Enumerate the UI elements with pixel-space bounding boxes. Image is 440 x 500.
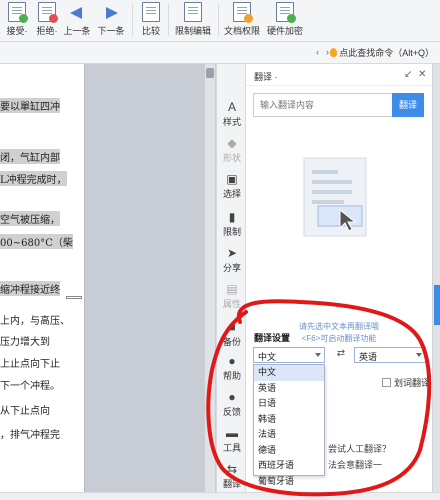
lang-option[interactable]: 葡萄牙语 <box>254 474 324 490</box>
compare-button[interactable]: 比较 <box>138 2 164 37</box>
sub-ribbon-bar: ‹ › 点此查找命令（Alt+Q） <box>0 42 440 64</box>
tool-tools[interactable]: ▬ 工具 <box>217 426 247 454</box>
tool-feedback[interactable]: ● 反馈 <box>217 390 247 418</box>
word-translate-toggle[interactable]: 划词翻译 <box>382 376 430 389</box>
swap-lang-icon[interactable]: ⇄ <box>334 347 348 361</box>
translate-panel: 翻译 · ↙ ✕ 翻译 请先选中文本再翻译哦 <F6>可启动翻译功能 翻译设置 … <box>246 64 432 500</box>
ribbon-divider <box>168 4 169 36</box>
next-change-button[interactable]: 下一条 <box>96 2 126 37</box>
checkbox[interactable] <box>382 378 391 387</box>
chevron-down-icon <box>315 353 321 357</box>
doc-line: 上内，与高压、 <box>0 316 70 327</box>
ruler-marker[interactable] <box>66 296 82 299</box>
share-icon: ➤ <box>226 246 238 260</box>
compare-icon <box>142 2 160 22</box>
lang-option[interactable]: 中文 <box>254 365 324 381</box>
tool-backup[interactable]: ■ 备份 <box>217 320 247 348</box>
translate-input[interactable] <box>253 93 393 117</box>
lang-option[interactable]: 日语 <box>254 396 324 412</box>
doc-line: 00~680°C（柴 <box>0 234 73 249</box>
arrow-left-icon <box>68 2 86 22</box>
human-translate-link[interactable]: 尝试人工翻译？ <box>328 442 391 455</box>
doc-line: 闭，气缸内部 <box>0 149 60 164</box>
tool-property[interactable]: ▤ 属性 <box>217 282 247 310</box>
ribbon-toolbar: 接受· 拒绝· 上一条 下一条 比较 限制编辑 文档权限 硬件加密 <box>0 0 440 42</box>
lightbulb-icon <box>330 48 338 57</box>
chevron-left-icon[interactable]: ‹ <box>316 47 319 57</box>
doc-line: L冲程完成时， <box>0 171 67 186</box>
restrict-edit-icon <box>184 2 202 22</box>
accept-icon <box>8 2 28 23</box>
accept-button[interactable]: 接受· <box>2 2 32 37</box>
document-canvas: 要以單缸四冲 闭，气缸内部 L冲程完成时， 空气被压缩， 00~680°C（柴 … <box>0 64 200 500</box>
chevron-right-icon[interactable]: › <box>326 47 329 57</box>
target-lang-select[interactable]: 英语 <box>354 347 426 363</box>
lang-option[interactable]: 西班牙语 <box>254 458 324 474</box>
panel-collapse-tab[interactable] <box>434 285 440 325</box>
lang-option[interactable]: 德语 <box>254 443 324 459</box>
doc-line: 下一个冲程。 <box>0 381 60 392</box>
doc-line: 上止点向下止 <box>0 359 60 370</box>
feedback-icon: ● <box>228 390 236 404</box>
restrict-edit-button[interactable]: 限制编辑 <box>172 2 214 37</box>
doc-line: 缩冲程接近终 <box>0 281 60 296</box>
lang-option[interactable]: 英语 <box>254 381 324 397</box>
document-page[interactable]: 要以單缸四冲 闭，气缸内部 L冲程完成时， 空气被压缩， 00~680°C（柴 … <box>0 64 85 500</box>
ribbon-divider <box>218 4 219 36</box>
doc-line: 空气被压缩， <box>0 211 60 226</box>
arrow-right-icon <box>102 2 120 22</box>
side-toolbar: A 样式 ◆ 形状 ▣ 选择 ▮ 限制 ➤ 分享 ▤ 属性 ■ 备份 ● 帮助 … <box>216 64 246 500</box>
reject-icon <box>38 2 58 23</box>
tool-select[interactable]: ▣ 选择 <box>217 172 247 200</box>
close-icon[interactable]: ✕ <box>418 69 426 80</box>
empty-state-illustration <box>303 157 367 237</box>
prev-change-button[interactable]: 上一条 <box>62 2 92 37</box>
hardware-encrypt-button[interactable]: 硬件加密 <box>264 2 306 37</box>
restrict-icon: ▮ <box>228 210 236 224</box>
property-icon: ▤ <box>226 282 238 296</box>
command-search[interactable]: 点此查找命令（Alt+Q） <box>330 46 434 59</box>
tool-style[interactable]: A 样式 <box>217 100 247 128</box>
lang-option[interactable]: 法语 <box>254 427 324 443</box>
doc-permission-icon <box>233 2 253 23</box>
doc-line: 压力增大到 <box>0 337 50 348</box>
tool-restrict[interactable]: ▮ 限制 <box>217 210 247 238</box>
reject-button[interactable]: 拒绝· <box>32 2 62 37</box>
doc-line: ，排气冲程完 <box>0 430 60 441</box>
lang-option[interactable]: 韩语 <box>254 412 324 428</box>
scrollbar-thumb[interactable] <box>206 68 214 78</box>
panel-header: 翻译 · ↙ ✕ <box>246 64 432 86</box>
select-icon: ▣ <box>226 172 238 186</box>
settings-title: 翻译设置 <box>254 333 291 343</box>
partial-help-text: 法会意翻译一 <box>328 460 383 470</box>
tool-icon: ▬ <box>226 426 238 440</box>
help-icon: ● <box>228 354 236 368</box>
tool-help[interactable]: ● 帮助 <box>217 354 247 382</box>
translate-button[interactable]: 翻译 <box>392 93 424 117</box>
panel-title[interactable]: 翻译 · <box>254 70 278 83</box>
ribbon-divider <box>132 4 133 36</box>
vertical-scrollbar[interactable] <box>205 64 215 500</box>
doc-line: 要以單缸四冲 <box>0 98 60 113</box>
status-bar <box>0 492 440 500</box>
tool-shape[interactable]: ◆ 形状 <box>217 136 247 164</box>
translate-icon: ⇆ <box>226 462 238 476</box>
shape-icon: ◆ <box>227 136 237 150</box>
chevron-down-icon <box>416 353 422 357</box>
tool-share[interactable]: ➤ 分享 <box>217 246 247 274</box>
hardware-encrypt-icon <box>276 2 296 23</box>
pin-icon[interactable]: ↙ <box>404 69 412 80</box>
right-edge-strip <box>432 64 440 500</box>
style-icon: A <box>227 100 236 114</box>
source-lang-dropdown: 中文 英语 日语 韩语 法语 德语 西班牙语 葡萄牙语 <box>253 364 325 486</box>
doc-line: 从下止点向 <box>0 406 50 417</box>
source-lang-select[interactable]: 中文 <box>253 347 325 363</box>
tool-translate[interactable]: ⇆ 翻译 <box>217 462 247 490</box>
backup-icon: ■ <box>228 320 236 334</box>
doc-permission-button[interactable]: 文档权限 <box>222 2 262 37</box>
